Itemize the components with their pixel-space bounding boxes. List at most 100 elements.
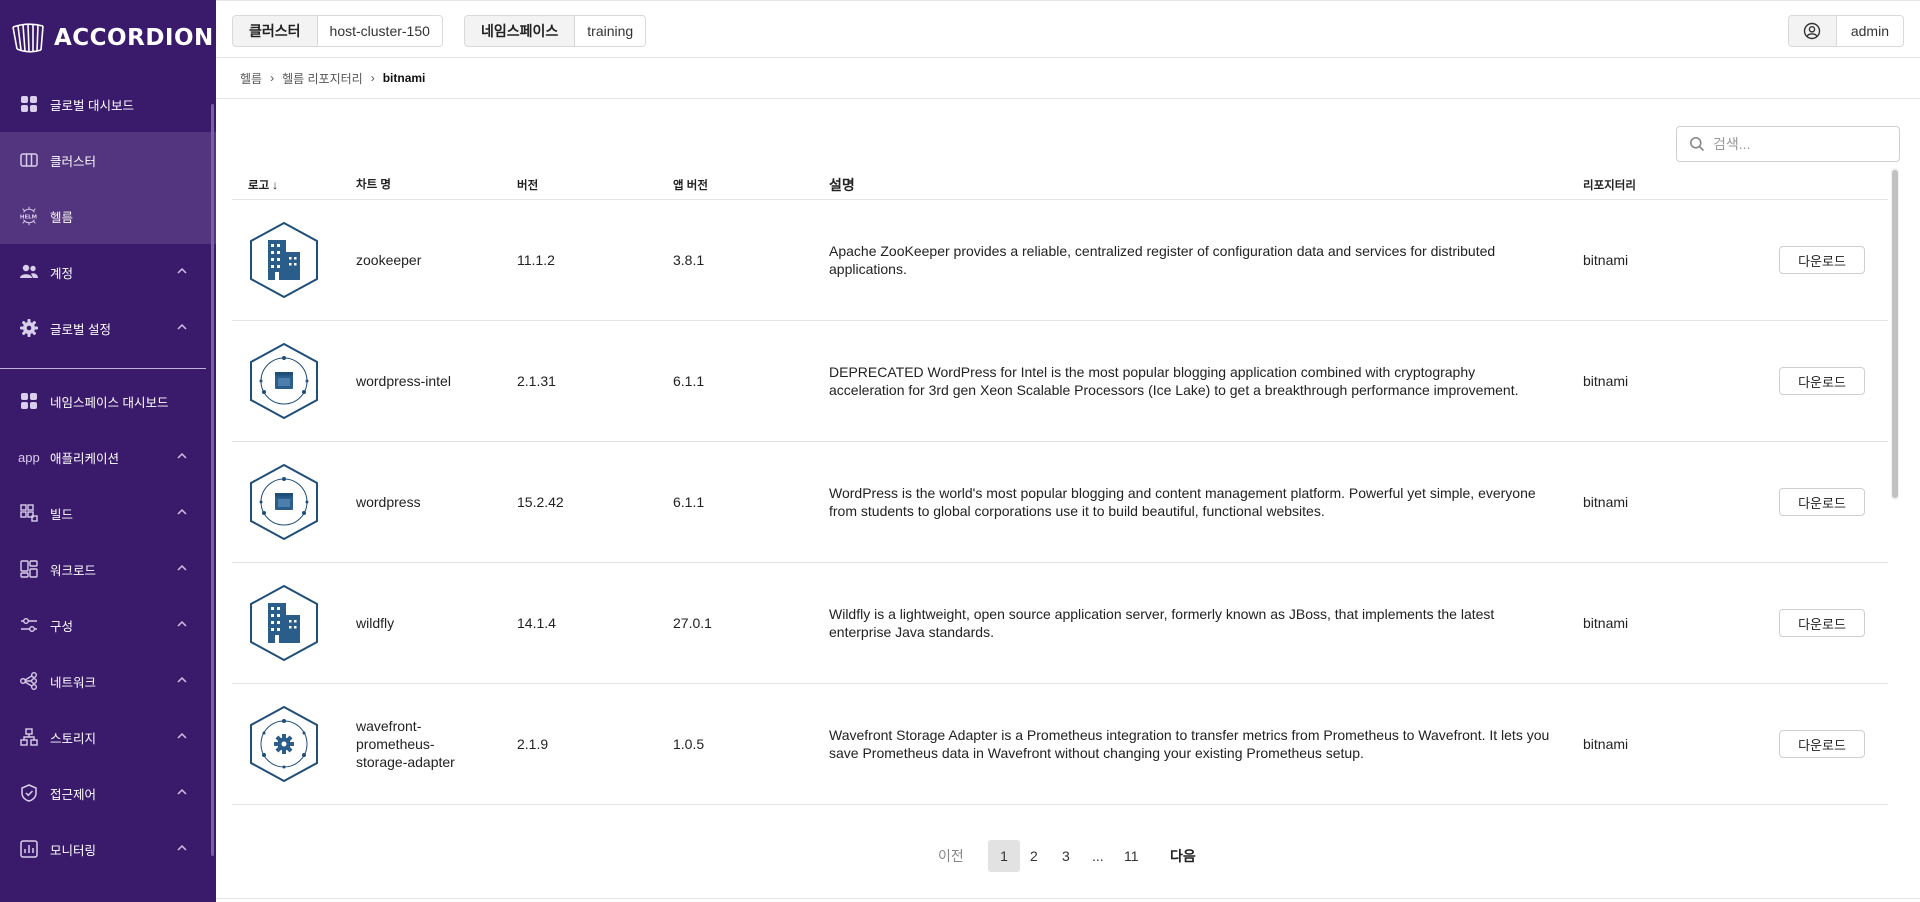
chart-name: wavefront- prometheus- storage-adapter	[356, 718, 455, 770]
window-orbit-icon	[250, 463, 318, 541]
chart-version: 14.1.4	[517, 615, 556, 631]
chart-logo	[232, 584, 356, 662]
download-button[interactable]: 다운로드	[1779, 367, 1865, 395]
chart-logo	[232, 342, 356, 420]
header-chart-name[interactable]: 차트 명	[356, 176, 517, 194]
sidebar-item-label: 모니터링	[50, 843, 97, 858]
chart-name: wordpress-intel	[356, 373, 451, 389]
page-3-button[interactable]: 3	[1062, 840, 1070, 872]
header-logo[interactable]: 로고 ↓	[232, 177, 356, 193]
sidebar-item-build[interactable]: 빌드	[0, 485, 216, 541]
app-version: 6.1.1	[673, 494, 705, 510]
sidebar-scrollbar[interactable]	[211, 104, 214, 856]
cluster-value: host-cluster-150	[317, 16, 442, 46]
helm-chart-table: 로고 ↓ 차트 명 버전 앱 버전 설명 리포지터리 zookeeper 11.1…	[232, 170, 1888, 805]
sidebar-item-label: 계정	[50, 266, 74, 281]
header-repository[interactable]: 리포지터리	[1583, 177, 1779, 193]
sidebar-item-config[interactable]: 구성	[0, 597, 216, 653]
app-version: 6.1.1	[673, 373, 705, 389]
download-button[interactable]: 다운로드	[1779, 730, 1865, 758]
sidebar-item-network[interactable]: 네트워크	[0, 653, 216, 709]
app-version: 3.8.1	[673, 252, 705, 268]
chart-description: WordPress is the world's most popular bl…	[829, 485, 1536, 519]
table-row[interactable]: wordpress-intel 2.1.31 6.1.1 DEPRECATED …	[232, 321, 1888, 442]
gear-icon	[18, 317, 40, 339]
prev-page-button[interactable]: 이전	[938, 840, 964, 872]
sidebar-item-label: 헬름	[50, 210, 74, 225]
page-11-button[interactable]: 11	[1124, 840, 1139, 872]
chevron-up-icon	[177, 323, 187, 330]
sidebar-item-label: 클러스터	[50, 154, 97, 169]
sidebar-item-account[interactable]: 계정	[0, 244, 216, 300]
namespace-value: training	[575, 16, 646, 46]
chevron-up-icon	[177, 564, 187, 571]
table-row[interactable]: wavefront- prometheus- storage-adapter 2…	[232, 684, 1888, 805]
chevron-up-icon	[177, 452, 187, 459]
sidebar-item-label: 애플리케이션	[50, 451, 120, 466]
sidebar-item-monitoring[interactable]: 모니터링	[0, 821, 216, 877]
chart-repository: bitnami	[1583, 252, 1629, 268]
sidebar-divider	[0, 368, 206, 369]
chevron-up-icon	[177, 732, 187, 739]
header-app-version[interactable]: 앱 버전	[673, 177, 829, 193]
sidebar-item-cluster[interactable]: 클러스터	[0, 132, 216, 188]
accordion-logo-icon	[12, 23, 44, 53]
page-2-button[interactable]: 2	[1030, 840, 1038, 872]
chart-version: 11.1.2	[517, 252, 555, 268]
breadcrumb-item-current: bitnami	[382, 71, 426, 85]
header-version[interactable]: 버전	[517, 177, 673, 193]
users-icon	[18, 261, 40, 283]
sidebar-item-workload[interactable]: 워크로드	[0, 541, 216, 597]
user-name: admin	[1850, 23, 1889, 39]
table-row[interactable]: zookeeper 11.1.2 3.8.1 Apache ZooKeeper …	[232, 200, 1888, 321]
sidebar-item-label: 스토리지	[50, 731, 97, 746]
sidebar-item-application[interactable]: app 애플리케이션	[0, 429, 216, 485]
sidebar-item-namespace-dashboard[interactable]: 네임스페이스 대시보드	[0, 373, 216, 429]
workload-icon	[18, 558, 40, 580]
user-menu[interactable]: admin	[1787, 15, 1904, 47]
download-button[interactable]: 다운로드	[1779, 246, 1865, 274]
sidebar-item-label: 빌드	[50, 507, 74, 522]
table-row[interactable]: wildfly 14.1.4 27.0.1 Wildfly is a light…	[232, 563, 1888, 684]
sidebar-item-label: 네트워크	[50, 675, 97, 690]
chevron-up-icon	[177, 676, 187, 683]
next-page-button[interactable]: 다음	[1170, 840, 1196, 872]
namespace-selector[interactable]: 네임스페이스 training	[464, 15, 647, 47]
svg-text:HELM: HELM	[20, 214, 37, 220]
sidebar-item-global-settings[interactable]: 글로벌 설정	[0, 300, 216, 356]
sidebar-item-label: 접근제어	[50, 787, 97, 802]
table-row[interactable]: wordpress 15.2.42 6.1.1 WordPress is the…	[232, 442, 1888, 563]
table-scrollbar-thumb[interactable]	[1892, 170, 1898, 498]
chevron-up-icon	[177, 620, 187, 627]
sidebar-item-access-control[interactable]: 접근제어	[0, 765, 216, 821]
page-1-button[interactable]: 1	[988, 840, 1020, 872]
brand-logo[interactable]: ACCORDION	[0, 0, 216, 76]
chevron-right-icon: ›	[270, 71, 275, 85]
header-description[interactable]: 설명	[829, 176, 1583, 194]
table-header: 로고 ↓ 차트 명 버전 앱 버전 설명 리포지터리	[232, 170, 1888, 200]
sidebar-item-global-dashboard[interactable]: 글로벌 대시보드	[0, 76, 216, 132]
download-button[interactable]: 다운로드	[1779, 609, 1865, 637]
sidebar-item-storage[interactable]: 스토리지	[0, 709, 216, 765]
user-circle-icon	[1788, 16, 1837, 46]
chart-name: zookeeper	[356, 252, 422, 268]
search-box[interactable]	[1676, 126, 1900, 162]
sidebar-item-helm[interactable]: HELM 헬름	[0, 188, 216, 244]
chart-repository: bitnami	[1583, 615, 1629, 631]
sidebar-item-label: 네임스페이스 대시보드	[50, 395, 169, 410]
search-input[interactable]	[1713, 136, 1883, 152]
sidebar: ACCORDION 글로벌 대시보드 클러스터 HELM 헬름 계정 글로벌 설…	[0, 0, 216, 902]
download-button[interactable]: 다운로드	[1779, 488, 1865, 516]
sort-down-arrow-icon: ↓	[272, 177, 279, 192]
breadcrumb-item-helm[interactable]: 헬름	[240, 70, 262, 87]
network-icon	[18, 670, 40, 692]
chart-version: 15.2.42	[517, 494, 564, 510]
namespace-label: 네임스페이스	[465, 16, 576, 46]
breadcrumb-item-helm-repository[interactable]: 헬름 리포지터리	[282, 70, 363, 87]
cluster-selector[interactable]: 클러스터 host-cluster-150	[232, 15, 443, 47]
window-orbit-icon	[250, 342, 318, 420]
sidebar-item-label: 구성	[50, 619, 74, 634]
chevron-up-icon	[177, 267, 187, 274]
sidebar-item-label: 글로벌 대시보드	[50, 98, 134, 113]
shield-icon	[18, 782, 40, 804]
